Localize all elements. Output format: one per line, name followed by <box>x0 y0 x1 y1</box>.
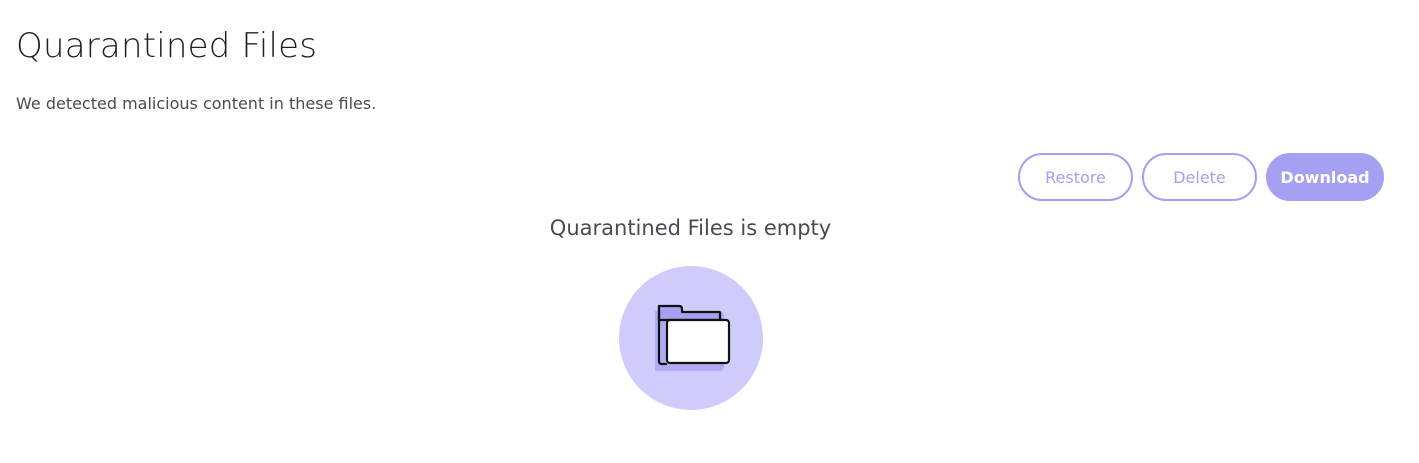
delete-button[interactable]: Delete <box>1142 153 1257 201</box>
restore-button[interactable]: Restore <box>1018 153 1133 201</box>
action-toolbar: Restore Delete Download <box>1018 153 1384 201</box>
quarantined-files-page: Quarantined Files We detected malicious … <box>0 0 1419 463</box>
empty-state-message: Quarantined Files is empty <box>549 216 832 240</box>
download-button[interactable]: Download <box>1266 153 1384 201</box>
folder-icon <box>655 304 731 371</box>
page-subtitle: We detected malicious content in these f… <box>16 94 377 113</box>
empty-state: Quarantined Files is empty <box>0 216 1381 240</box>
page-title: Quarantined Files <box>16 26 318 66</box>
empty-state-illustration <box>619 266 763 410</box>
